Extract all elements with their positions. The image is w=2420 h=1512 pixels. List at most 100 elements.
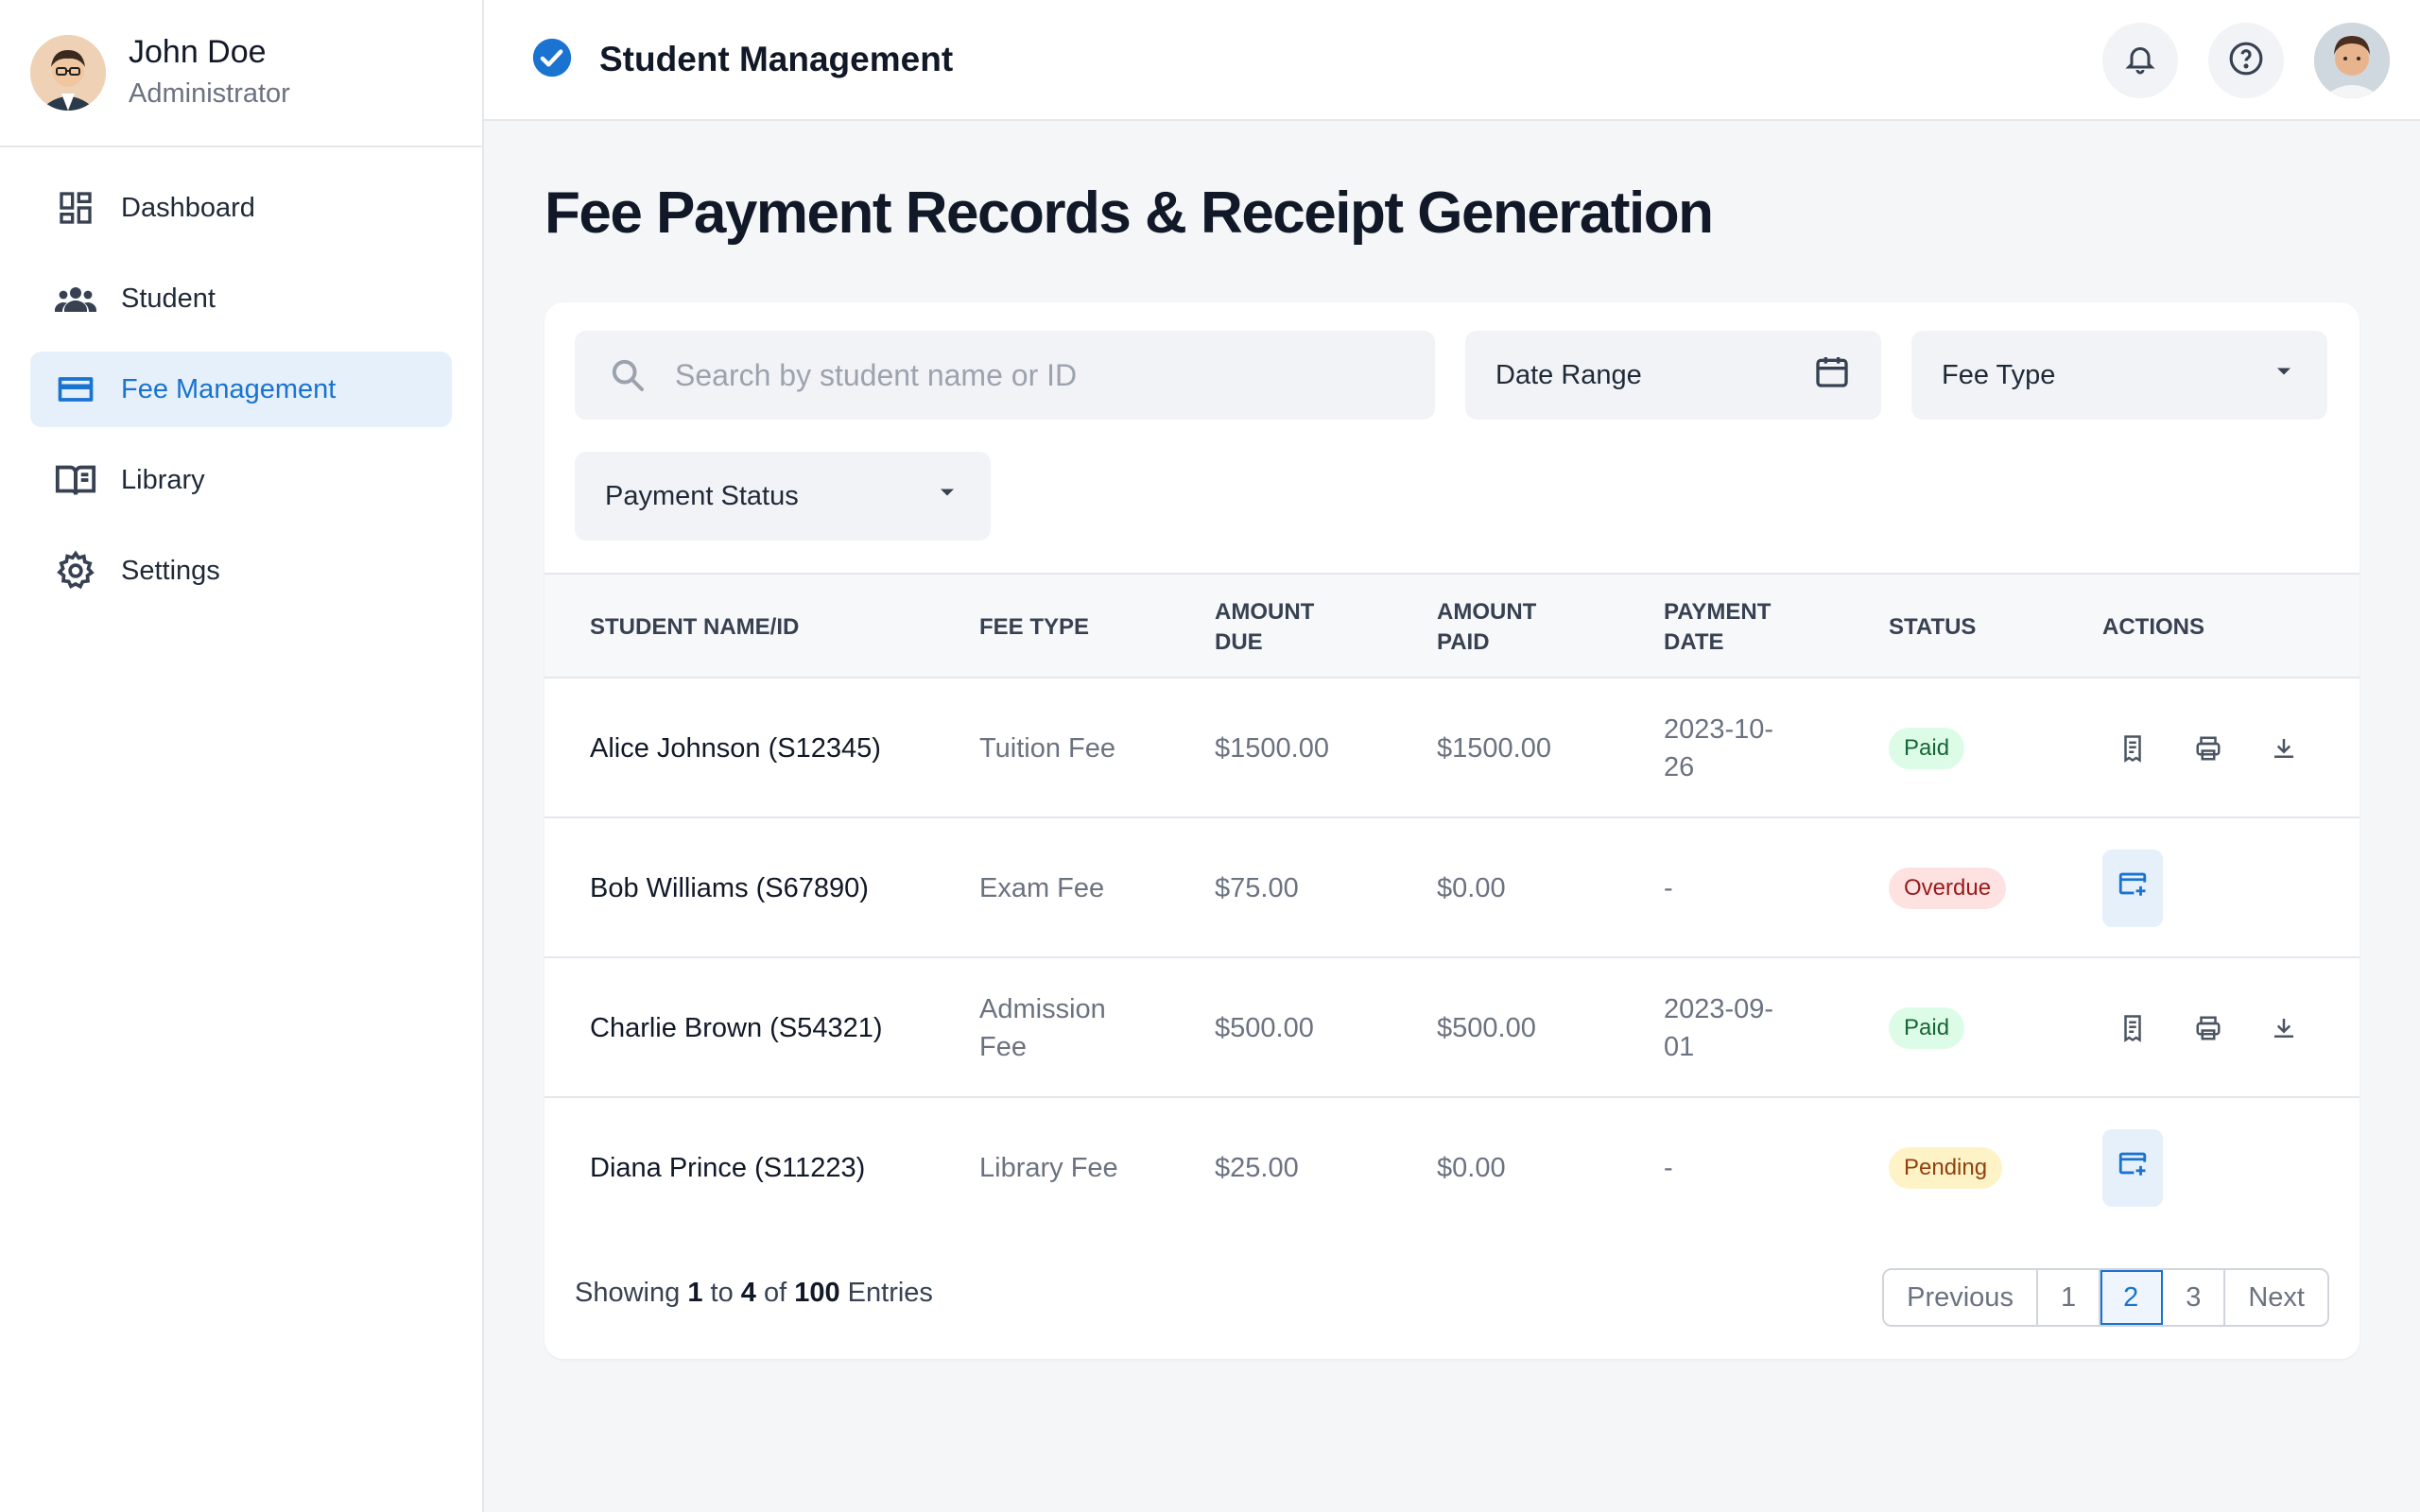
print-icon[interactable] (2186, 1005, 2231, 1051)
add-card-icon (2117, 1147, 2149, 1190)
status-cell: Pending (1889, 1098, 2003, 1238)
print-icon[interactable] (2186, 726, 2231, 771)
gear-icon (53, 548, 98, 593)
search-icon (609, 356, 647, 394)
receipt-icon[interactable] (2110, 1005, 2155, 1051)
user-role: Administrator (129, 78, 290, 109)
chevron-down-icon (934, 479, 960, 513)
column-header-payment-date[interactable]: PAYMENT DATE (1664, 575, 1771, 680)
table-row[interactable]: Charlie Brown (S54321) Admission Fee $50… (544, 958, 2360, 1098)
calendar-icon (1813, 352, 1851, 398)
status-badge: Overdue (1889, 868, 2007, 909)
sidebar-item-label: Student (121, 283, 216, 314)
sidebar-nav: Dashboard Student Fee Management Library… (0, 147, 482, 646)
actions-cell (2102, 1098, 2163, 1238)
previous-page-button[interactable]: Previous (1884, 1270, 2038, 1325)
sidebar-item-settings[interactable]: Settings (30, 533, 452, 609)
search-field[interactable] (575, 331, 1435, 420)
next-page-button[interactable]: Next (2225, 1270, 2327, 1325)
summary-from: 1 (687, 1278, 703, 1308)
entries-summary: Showing 1 to 4 of 100 Entries (575, 1278, 933, 1309)
sidebar: John Doe Administrator Dashboard Student… (0, 0, 484, 1512)
page-button-3[interactable]: 3 (2163, 1270, 2226, 1325)
download-icon[interactable] (2261, 726, 2307, 771)
fee-type: Tuition Fee (979, 733, 1115, 764)
status-cell: Overdue (1889, 818, 2007, 958)
dashboard-icon (53, 185, 98, 231)
app-title: Student Management (599, 40, 954, 78)
user-profile: John Doe Administrator (0, 0, 482, 147)
sidebar-item-library[interactable]: Library (30, 442, 452, 518)
fee-type-line: Admission (979, 994, 1106, 1024)
top-bar: Student Management (484, 0, 2420, 121)
summary-text: of (763, 1278, 787, 1308)
table-header: STUDENT NAME/ID FEE TYPE AMOUNT DUE AMOU… (544, 573, 2360, 679)
book-icon (53, 457, 98, 503)
summary-text: Showing (575, 1278, 681, 1308)
search-input[interactable] (675, 357, 1393, 393)
payment-date: 2023-10- 26 (1664, 679, 1773, 818)
user-avatar[interactable] (30, 35, 106, 111)
amount-due: $500.00 (1215, 1013, 1314, 1043)
notifications-button[interactable] (2102, 23, 2178, 98)
payment-status-select[interactable]: Payment Status (575, 452, 991, 541)
summary-total: 100 (794, 1278, 840, 1308)
record-payment-button[interactable] (2102, 850, 2163, 927)
page-button-1[interactable]: 1 (2037, 1270, 2101, 1325)
date-range-label: Date Range (1495, 359, 1642, 390)
student-name: Alice Johnson (S12345) (590, 733, 881, 764)
header-line: DUE (1215, 629, 1263, 655)
status-cell: Paid (1889, 958, 1965, 1098)
sidebar-item-label: Fee Management (121, 373, 337, 404)
help-button[interactable] (2208, 23, 2284, 98)
fee-records-card: Date Range Fee Type Payment Status STUDE… (544, 302, 2360, 1359)
payment-date: 2023-09- 01 (1664, 958, 1773, 1098)
add-card-icon (2117, 868, 2149, 910)
sidebar-item-fee-management[interactable]: Fee Management (30, 352, 452, 427)
page-button-2[interactable]: 2 (2100, 1270, 2164, 1325)
status-badge: Paid (1889, 728, 1965, 769)
student-name: Charlie Brown (S54321) (590, 1013, 883, 1043)
summary-text: Entries (847, 1278, 933, 1308)
fee-type-line: Fee (979, 1032, 1027, 1062)
column-header-amount-due[interactable]: AMOUNT DUE (1215, 575, 1314, 680)
payment-date: - (1664, 1153, 1673, 1183)
header-line: PAYMENT (1664, 599, 1772, 625)
header-line: AMOUNT (1215, 599, 1315, 625)
date-line: 01 (1664, 1032, 1695, 1062)
sidebar-item-dashboard[interactable]: Dashboard (30, 170, 452, 246)
column-header-status[interactable]: STATUS (1889, 575, 1976, 680)
download-icon[interactable] (2261, 1005, 2307, 1051)
fee-type-select[interactable]: Fee Type (1911, 331, 2327, 420)
payment-date: - (1664, 873, 1673, 903)
actions-cell (2110, 958, 2337, 1098)
record-payment-button[interactable] (2102, 1129, 2163, 1207)
account-avatar[interactable] (2314, 23, 2390, 98)
receipt-icon[interactable] (2110, 726, 2155, 771)
date-range-picker[interactable]: Date Range (1465, 331, 1881, 420)
table-row[interactable]: Diana Prince (S11223) Library Fee $25.00… (544, 1098, 2360, 1238)
chevron-down-icon (2271, 358, 2297, 392)
date-line: 26 (1664, 752, 1695, 782)
users-icon (53, 276, 98, 321)
status-badge: Pending (1889, 1147, 2003, 1189)
table-row[interactable]: Alice Johnson (S12345) Tuition Fee $1500… (544, 679, 2360, 818)
payment-status-label: Payment Status (605, 480, 799, 511)
header-line: PAID (1437, 629, 1490, 655)
sidebar-item-student[interactable]: Student (30, 261, 452, 336)
fee-type-label: Fee Type (1942, 359, 2056, 390)
sidebar-item-label: Settings (121, 555, 220, 586)
top-actions (2072, 23, 2390, 98)
column-header-actions: ACTIONS (2102, 614, 2204, 640)
actions-cell (2110, 679, 2337, 818)
student-name: Diana Prince (S11223) (590, 1153, 866, 1183)
pagination: Previous 1 2 3 Next (1882, 1268, 2329, 1327)
fee-type: Admission Fee (979, 958, 1106, 1098)
column-header-amount-paid[interactable]: AMOUNT PAID (1437, 575, 1536, 680)
column-header-fee-type[interactable]: FEE TYPE (979, 575, 1089, 680)
date-line: 2023-09- (1664, 994, 1774, 1024)
table-row[interactable]: Bob Williams (S67890) Exam Fee $75.00 $0… (544, 818, 2360, 958)
amount-paid: $1500.00 (1437, 733, 1551, 764)
credit-card-icon (53, 367, 98, 412)
column-header-student[interactable]: STUDENT NAME/ID (590, 575, 799, 680)
